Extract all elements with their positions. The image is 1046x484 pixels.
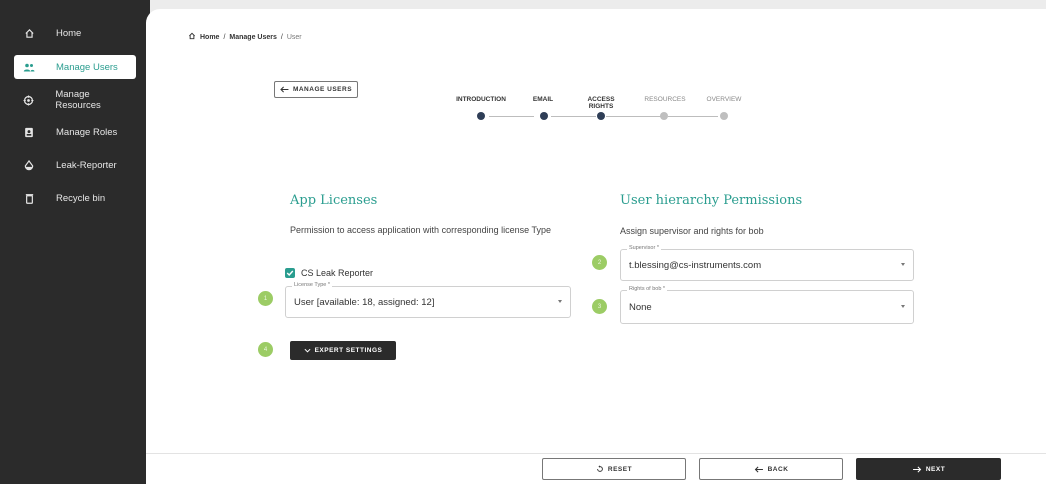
next-button[interactable]: NEXT <box>856 458 1001 480</box>
step-dot-resources[interactable] <box>660 112 668 120</box>
sidebar-item-label: Home <box>56 27 82 39</box>
breadcrumb-home[interactable]: Home <box>200 34 219 41</box>
stepper-connector <box>489 116 534 117</box>
step-dot-introduction[interactable] <box>477 112 485 120</box>
chevron-down-icon <box>558 300 562 303</box>
stepper-connector <box>668 116 718 117</box>
resources-icon <box>14 95 43 106</box>
step-overview[interactable]: OVERVIEW <box>697 96 751 103</box>
step-resources[interactable]: RESOURCES <box>635 96 695 103</box>
chevron-down-icon <box>901 263 905 266</box>
breadcrumb: Home / Manage Users / User <box>188 32 302 42</box>
arrow-left-icon <box>280 86 289 93</box>
arrow-left-icon <box>754 466 763 472</box>
sidebar-item-home[interactable]: Home <box>14 21 136 45</box>
stepper: INTRODUCTION EMAIL ACCESS RIGHTS RESOURC… <box>451 96 751 146</box>
home-icon[interactable] <box>188 32 196 42</box>
reset-button[interactable]: RESET <box>542 458 686 480</box>
arrow-right-icon <box>912 466 922 472</box>
next-label: NEXT <box>925 465 946 473</box>
sidebar-item-manage-roles[interactable]: Manage Roles <box>14 120 136 144</box>
user-hierarchy-title: User hierarchy Permissions <box>620 193 803 208</box>
step-badge-2: 2 <box>592 255 607 270</box>
sidebar-item-label: Manage Resources <box>55 89 101 111</box>
rights-value: None <box>629 301 652 313</box>
back-label: BACK <box>767 465 789 473</box>
breadcrumb-current: User <box>286 33 302 41</box>
step-introduction[interactable]: INTRODUCTION <box>451 96 511 103</box>
sidebar-item-label: Leak-Reporter <box>56 159 117 171</box>
license-type-select[interactable]: License Type * User [available: 18, assi… <box>285 282 571 318</box>
chevron-down-icon <box>304 348 311 353</box>
sidebar-item-recycle-bin[interactable]: Recycle bin <box>14 186 136 210</box>
sidebar-item-label: Manage Users <box>56 61 118 73</box>
back-to-manage-users-button[interactable]: MANAGE USERS <box>274 81 358 98</box>
stepper-connector <box>551 116 596 117</box>
license-type-value: User [available: 18, assigned: 12] <box>294 296 435 308</box>
leak-icon <box>14 159 44 171</box>
step-dot-email[interactable] <box>540 112 548 120</box>
step-dot-access-rights[interactable] <box>597 112 605 120</box>
step-badge-1: 1 <box>258 291 273 306</box>
app-licenses-description: Permission to access application with co… <box>290 225 551 235</box>
rights-select[interactable]: Rights of bob * None <box>620 286 914 324</box>
user-hierarchy-description: Assign supervisor and rights for bob <box>620 226 764 236</box>
reset-label: RESET <box>607 465 633 473</box>
app-licenses-title: App Licenses <box>290 193 378 208</box>
sidebar: Home Manage Users Manage Resources Manag… <box>0 0 150 484</box>
stepper-connector <box>606 116 661 117</box>
chevron-down-icon <box>901 305 905 308</box>
supervisor-select[interactable]: Supervisor * t.blessing@cs-instruments.c… <box>620 245 914 281</box>
breadcrumb-manage-users[interactable]: Manage Users <box>229 34 276 41</box>
reset-icon <box>597 465 603 472</box>
main-panel: Home / Manage Users / User MANAGE USERS … <box>146 9 1046 484</box>
supervisor-value: t.blessing@cs-instruments.com <box>629 259 762 271</box>
cs-leak-reporter-label: CS Leak Reporter <box>301 268 374 278</box>
sidebar-item-label: Recycle bin <box>56 192 106 204</box>
sidebar-item-label: Manage Roles <box>56 126 118 138</box>
sidebar-item-manage-users[interactable]: Manage Users <box>14 55 136 79</box>
expert-settings-button[interactable]: EXPERT SETTINGS <box>290 341 396 360</box>
cs-leak-reporter-checkbox[interactable]: CS Leak Reporter <box>285 268 373 278</box>
step-email[interactable]: EMAIL <box>523 96 563 103</box>
users-icon <box>14 62 44 73</box>
step-dot-overview[interactable] <box>720 112 728 120</box>
back-to-manage-users-label: MANAGE USERS <box>292 86 353 93</box>
sidebar-item-manage-resources[interactable]: Manage Resources <box>14 88 136 112</box>
trash-icon <box>14 193 44 204</box>
footer-divider <box>146 453 1046 454</box>
breadcrumb-separator: / <box>223 33 226 41</box>
sidebar-item-leak-reporter[interactable]: Leak-Reporter <box>14 153 136 177</box>
breadcrumb-separator: / <box>280 33 283 41</box>
back-button[interactable]: BACK <box>699 458 843 480</box>
roles-icon <box>14 127 44 138</box>
step-access-rights[interactable]: ACCESS RIGHTS <box>581 96 621 110</box>
home-icon <box>14 28 44 39</box>
step-badge-4: 4 <box>258 342 273 357</box>
checkbox-checked-icon[interactable] <box>285 268 295 278</box>
step-badge-3: 3 <box>592 299 607 314</box>
expert-settings-label: EXPERT SETTINGS <box>314 347 383 354</box>
